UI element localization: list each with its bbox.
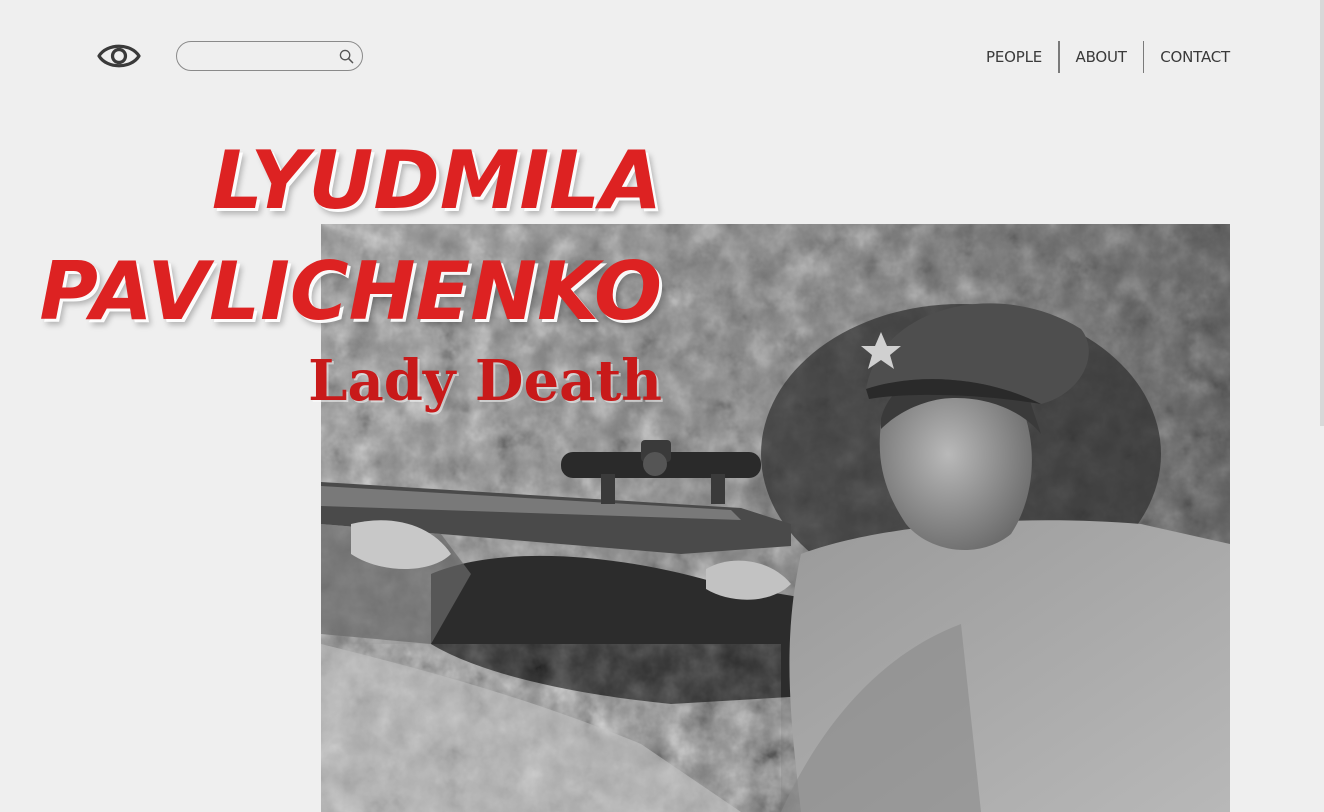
- nav-people[interactable]: PEOPLE: [986, 41, 1058, 73]
- hero-title-first-name: LYUDMILA: [211, 134, 662, 227]
- hero-subtitle: Lady Death: [308, 348, 662, 414]
- search-input[interactable]: [189, 45, 333, 69]
- scrollbar[interactable]: [1320, 0, 1324, 426]
- eye-icon[interactable]: [97, 40, 141, 72]
- search-box[interactable]: [176, 41, 363, 71]
- hero-title-last-name: PAVLICHENKO: [39, 245, 662, 338]
- nav-contact[interactable]: CONTACT: [1144, 41, 1230, 73]
- search-icon[interactable]: [339, 49, 354, 64]
- main-nav: PEOPLE ABOUT CONTACT: [986, 41, 1230, 73]
- nav-about[interactable]: ABOUT: [1060, 41, 1143, 73]
